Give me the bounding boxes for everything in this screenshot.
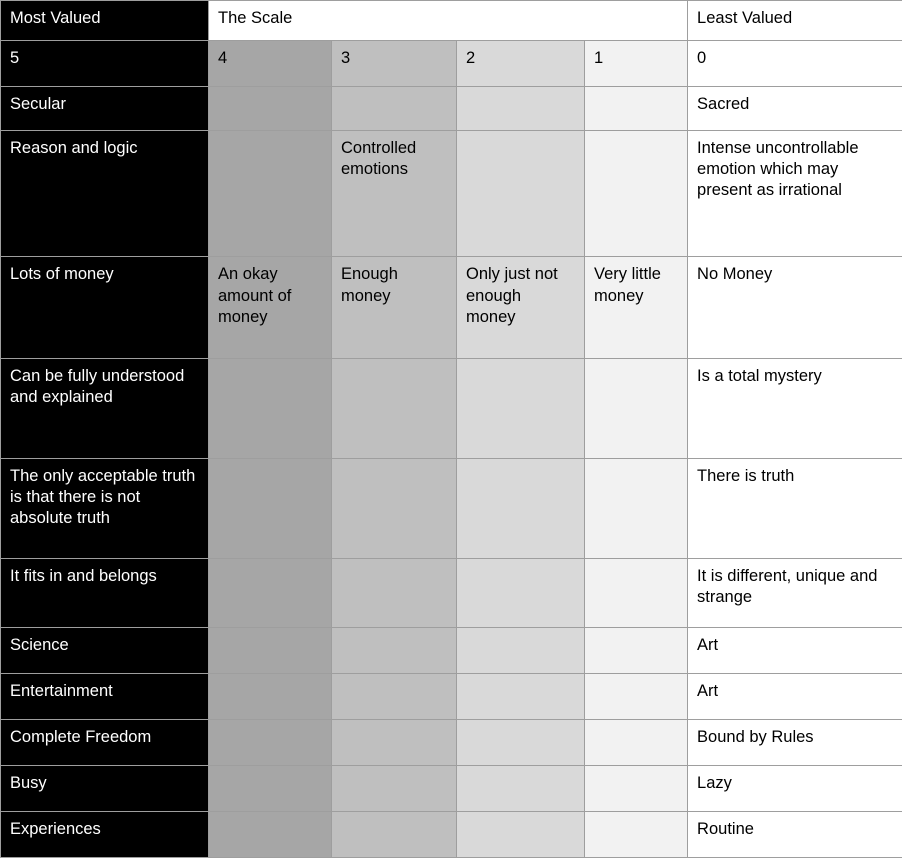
cell-scale-1: Very little money [583,256,689,359]
cell-scale-2 [456,765,585,812]
scale-number-5: 5 [0,40,209,87]
table-row: Busy Lazy [0,765,902,812]
cell-scale-3 [331,810,457,858]
header-most-valued: Most Valued [0,0,209,41]
cell-scale-4 [208,627,332,675]
cell-scale-4 [208,457,332,559]
cell-most-valued: Complete Freedom [0,719,209,767]
table-row: Secular Sacred [0,85,902,131]
cell-scale-3 [331,357,457,459]
header-row: Most Valued The Scale Least Valued [0,0,902,41]
table-row: Reason and logic Controlled emotions Int… [0,129,902,258]
cell-most-valued: Science [0,627,209,675]
cell-least-valued: Routine [687,810,902,858]
cell-scale-2 [456,719,585,767]
cell-scale-1 [583,557,689,629]
cell-least-valued: Art [687,627,902,675]
cell-scale-1 [583,673,689,721]
header-least-valued: Least Valued [687,0,902,41]
cell-scale-3 [331,719,457,767]
cell-most-valued: Lots of money [0,256,209,359]
cell-scale-1 [583,357,689,459]
cell-least-valued: Art [687,673,902,721]
cell-scale-2 [456,457,585,559]
cell-scale-1 [583,129,689,258]
header-the-scale: The Scale [207,0,689,41]
cell-most-valued: The only acceptable truth is that there … [0,457,209,559]
cell-scale-3 [331,765,457,812]
cell-scale-1 [583,627,689,675]
cell-most-valued: Busy [0,765,209,812]
cell-scale-4 [208,557,332,629]
table-row: Complete Freedom Bound by Rules [0,719,902,767]
scale-number-4: 4 [208,40,332,87]
table-row: The only acceptable truth is that there … [0,457,902,559]
cell-scale-4: An okay amount of money [208,256,332,359]
table-row: Can be fully understood and explained Is… [0,357,902,459]
cell-scale-4 [208,85,332,131]
cell-scale-3 [331,557,457,629]
cell-scale-3: Controlled emotions [331,129,457,258]
table-header: Most Valued The Scale Least Valued [0,0,902,41]
table-body: 5 4 3 2 1 0 Secular Sacred Reason and lo… [0,40,902,858]
cell-scale-4 [208,673,332,721]
cell-least-valued: Lazy [687,765,902,812]
cell-scale-4 [208,357,332,459]
cell-scale-4 [208,810,332,858]
table-row: Science Art [0,627,902,675]
cell-scale-2 [456,129,585,258]
cell-scale-1 [583,719,689,767]
cell-scale-2 [456,85,585,131]
cell-most-valued: Reason and logic [0,129,209,258]
cell-most-valued: Secular [0,85,209,131]
cell-scale-1 [583,85,689,131]
cell-least-valued: Intense uncontrollable emotion which may… [687,129,902,258]
scale-number-row: 5 4 3 2 1 0 [0,40,902,87]
cell-most-valued: Can be fully understood and explained [0,357,209,459]
cell-scale-3 [331,673,457,721]
cell-scale-2: Only just not enough money [456,256,585,359]
cell-least-valued: It is different, unique and strange [687,557,902,629]
cell-scale-1 [583,810,689,858]
cell-scale-2 [456,673,585,721]
cell-scale-2 [456,357,585,459]
table-row: Entertainment Art [0,673,902,721]
cell-scale-4 [208,765,332,812]
table-row: Experiences Routine [0,810,902,858]
cell-least-valued: Is a total mystery [687,357,902,459]
cell-scale-2 [456,810,585,858]
cell-scale-3 [331,85,457,131]
cell-scale-4 [208,129,332,258]
cell-scale-4 [208,719,332,767]
cell-most-valued: Experiences [0,810,209,858]
cell-most-valued: It fits in and belongs [0,557,209,629]
cell-scale-1 [583,765,689,812]
cell-least-valued: No Money [687,256,902,359]
cell-scale-3: Enough money [331,256,457,359]
cell-least-valued: There is truth [687,457,902,559]
cell-scale-2 [456,627,585,675]
cell-least-valued: Bound by Rules [687,719,902,767]
cell-least-valued: Sacred [687,85,902,131]
cell-most-valued: Entertainment [0,673,209,721]
cell-scale-2 [456,557,585,629]
scale-number-0: 0 [687,40,902,87]
cell-scale-1 [583,457,689,559]
cell-scale-3 [331,457,457,559]
value-scale-table: Most Valued The Scale Least Valued 5 4 3… [0,0,902,858]
scale-number-1: 1 [583,40,689,87]
scale-number-2: 2 [456,40,585,87]
table-row: Lots of money An okay amount of money En… [0,256,902,359]
cell-scale-3 [331,627,457,675]
scale-number-3: 3 [331,40,457,87]
table-row: It fits in and belongs It is different, … [0,557,902,629]
